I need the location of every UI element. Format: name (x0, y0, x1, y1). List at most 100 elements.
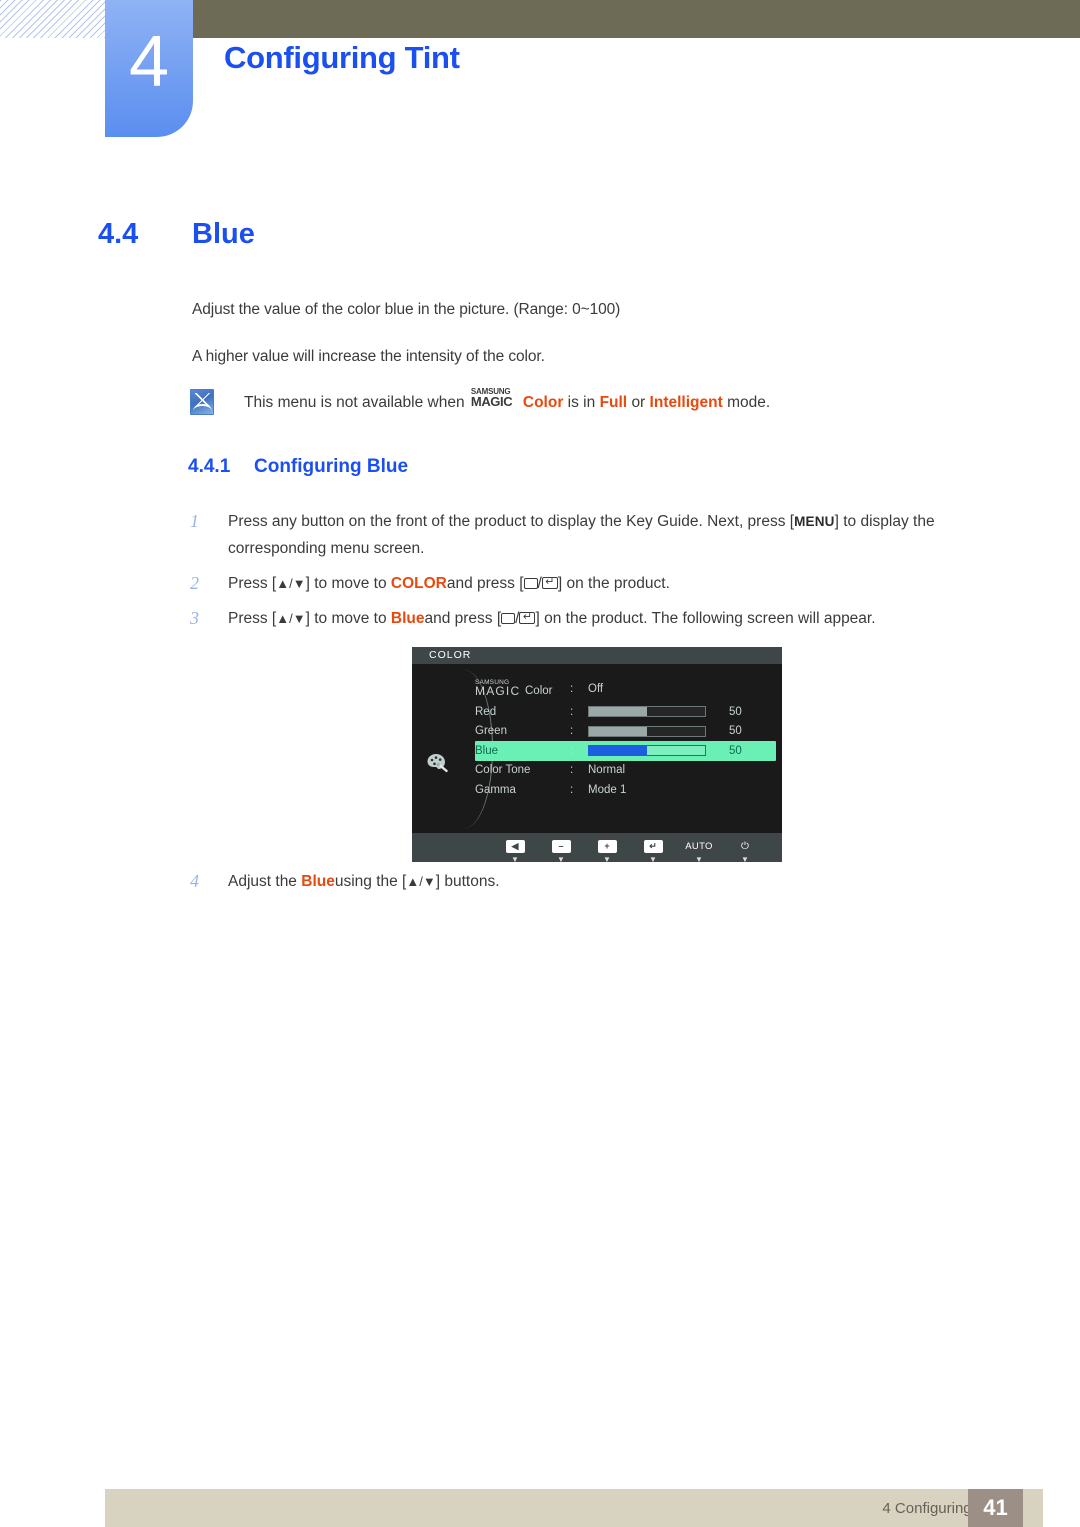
auto-key[interactable]: AUTO ▼ (676, 836, 722, 862)
note-text-after: mode. (727, 394, 771, 411)
step-1: 1 Press any button on the front of the p… (190, 508, 1010, 562)
step-2: 2 Press [▲/▼] to move to COLORand press … (190, 570, 1010, 597)
osd-slider-red[interactable] (588, 706, 706, 718)
osd-label-color-tone: Color Tone (475, 764, 531, 777)
step-2-part-d: ] on the product. (557, 575, 670, 592)
section-title: Blue (192, 218, 255, 250)
caret-down-icon: ▼ (603, 855, 611, 862)
osd-label-gamma: Gamma (475, 783, 516, 796)
osd-magic-color-label: SAMSUNG MAGIC Color (475, 679, 570, 699)
note-mode-full: Full (599, 394, 628, 411)
step-3-part-a: Press [ (228, 610, 277, 627)
osd-row-gamma[interactable]: Gamma : Mode 1 (475, 780, 776, 800)
note-text-mid: is in (567, 394, 596, 411)
osd-slider-red-fill (589, 707, 647, 717)
step-2-number: 2 (190, 573, 199, 593)
power-icon: ⏻ (741, 841, 749, 852)
intro-paragraph-1: Adjust the value of the color blue in th… (192, 301, 621, 318)
section-number: 4.4 (98, 218, 139, 250)
subsection-number: 4.4.1 (188, 456, 231, 477)
enter-key-icon (519, 612, 536, 624)
osd-colon: : (570, 725, 574, 738)
step-4: 4 Adjust the Blueusing the [▲/▼] buttons… (190, 868, 1010, 895)
note-pen-icon (190, 389, 214, 415)
osd-slider-green[interactable] (588, 725, 706, 737)
step-3-part-d: ] on the product. The following screen w… (535, 610, 876, 627)
osd-colon: : (570, 744, 574, 757)
osd-colon: : (570, 683, 574, 695)
step-4-part-b: using the [ (334, 873, 407, 890)
back-key[interactable]: ◀ ▼ (492, 836, 538, 862)
subsection-title: 4.4.1 Configuring Blue (188, 456, 408, 478)
osd-slider-blue-fill (589, 746, 647, 756)
osd-magic-bottom: MAGIC (475, 684, 521, 698)
step-3-part-c: and press [ (424, 610, 502, 627)
plus-icon: + (597, 840, 617, 853)
osd-colon: : (570, 783, 574, 796)
osd-value-red: 50 (729, 705, 742, 718)
osd-magic-color-value: Off (588, 683, 604, 695)
caret-down-icon: ▼ (741, 855, 749, 862)
osd-value-green: 50 (729, 725, 742, 738)
intro-paragraph-2: A higher value will increase the intensi… (192, 348, 545, 365)
updown-arrow-icon: ▲/▼ (276, 611, 306, 626)
minus-key[interactable]: – ▼ (538, 836, 584, 862)
step-1-part-a: Press any button on the front of the pro… (228, 513, 795, 530)
osd-label-blue: Blue (475, 744, 499, 757)
header-bar (105, 0, 1080, 38)
osd-label-red: Red (475, 705, 497, 718)
osd-row-color-tone[interactable]: Color Tone : Normal (475, 761, 776, 781)
step-2-part-b: ] to move to (305, 575, 387, 592)
osd-magic-color-word: Color (525, 685, 553, 697)
palette-icon (426, 752, 454, 776)
minus-icon: – (551, 840, 571, 853)
decorative-hatch-pattern (0, 0, 105, 38)
osd-row-magic-color[interactable]: SAMSUNG MAGIC Color : Off (475, 676, 776, 702)
step-1-text: Press any button on the front of the pro… (228, 508, 1010, 562)
osd-rows: SAMSUNG MAGIC Color : Off Red : 50 Green… (475, 676, 776, 800)
power-key[interactable]: ⏻ ▼ (722, 836, 768, 862)
osd-value-gamma: Mode 1 (588, 783, 627, 796)
chapter-tab: 4 (105, 0, 193, 137)
step-4-target: Blue (301, 873, 335, 890)
caret-down-icon: ▼ (695, 855, 703, 862)
chapter-number: 4 (128, 22, 170, 102)
osd-body: SAMSUNG MAGIC Color : Off Red : 50 Green… (412, 664, 782, 833)
osd-slider-green-fill (589, 726, 647, 736)
page-number-badge: 41 (968, 1489, 1023, 1527)
enter-key-icon (541, 577, 558, 589)
step-3-target: Blue (390, 610, 425, 627)
menu-keycap: MENU (794, 514, 835, 529)
magic-color-word: Color (522, 394, 564, 411)
subsection-label: Configuring Blue (254, 456, 409, 477)
caret-down-icon: ▼ (511, 855, 519, 862)
source-box-icon (523, 578, 538, 589)
osd-row-red[interactable]: Red : 50 (475, 702, 776, 722)
osd-menu-screenshot: COLOR SAMSUNG MAGIC Color : Off Red: 50… (412, 647, 782, 862)
enter-icon: ↵ (643, 840, 663, 853)
note-text-or: or (631, 394, 646, 411)
osd-row-green[interactable]: Green : 50 (475, 722, 776, 742)
magic-color-logo: SAMSUNG MAGIC (471, 387, 523, 409)
osd-key-guide-bar: ◀ ▼ – ▼ + ▼ ↵ ▼ AUTO ▼ ⏻ ▼ (412, 833, 782, 862)
page-title: 4.4 Blue (98, 218, 255, 251)
enter-key[interactable]: ↵ ▼ (630, 836, 676, 862)
step-2-target: COLOR (390, 575, 447, 592)
step-3-part-b: ] to move to (305, 610, 387, 627)
osd-value-blue: 50 (729, 744, 742, 757)
source-box-icon (501, 613, 516, 624)
osd-colon: : (570, 764, 574, 777)
updown-arrow-icon: ▲/▼ (406, 874, 436, 889)
osd-row-blue[interactable]: Blue : 50 (475, 741, 776, 761)
step-4-part-c: ] buttons. (435, 873, 500, 890)
note-block: This menu is not available when SAMSUNG … (190, 387, 1000, 415)
back-arrow-icon: ◀ (505, 840, 525, 853)
plus-key[interactable]: + ▼ (584, 836, 630, 862)
note-text: This menu is not available when SAMSUNG … (244, 387, 771, 415)
step-2-part-a: Press [ (228, 575, 277, 592)
caret-down-icon: ▼ (649, 855, 657, 862)
osd-colon: : (570, 705, 574, 718)
step-4-text: Adjust the Blueusing the [▲/▼] buttons. (228, 868, 1010, 895)
osd-slider-blue[interactable] (588, 745, 706, 757)
osd-title: COLOR (412, 647, 782, 664)
